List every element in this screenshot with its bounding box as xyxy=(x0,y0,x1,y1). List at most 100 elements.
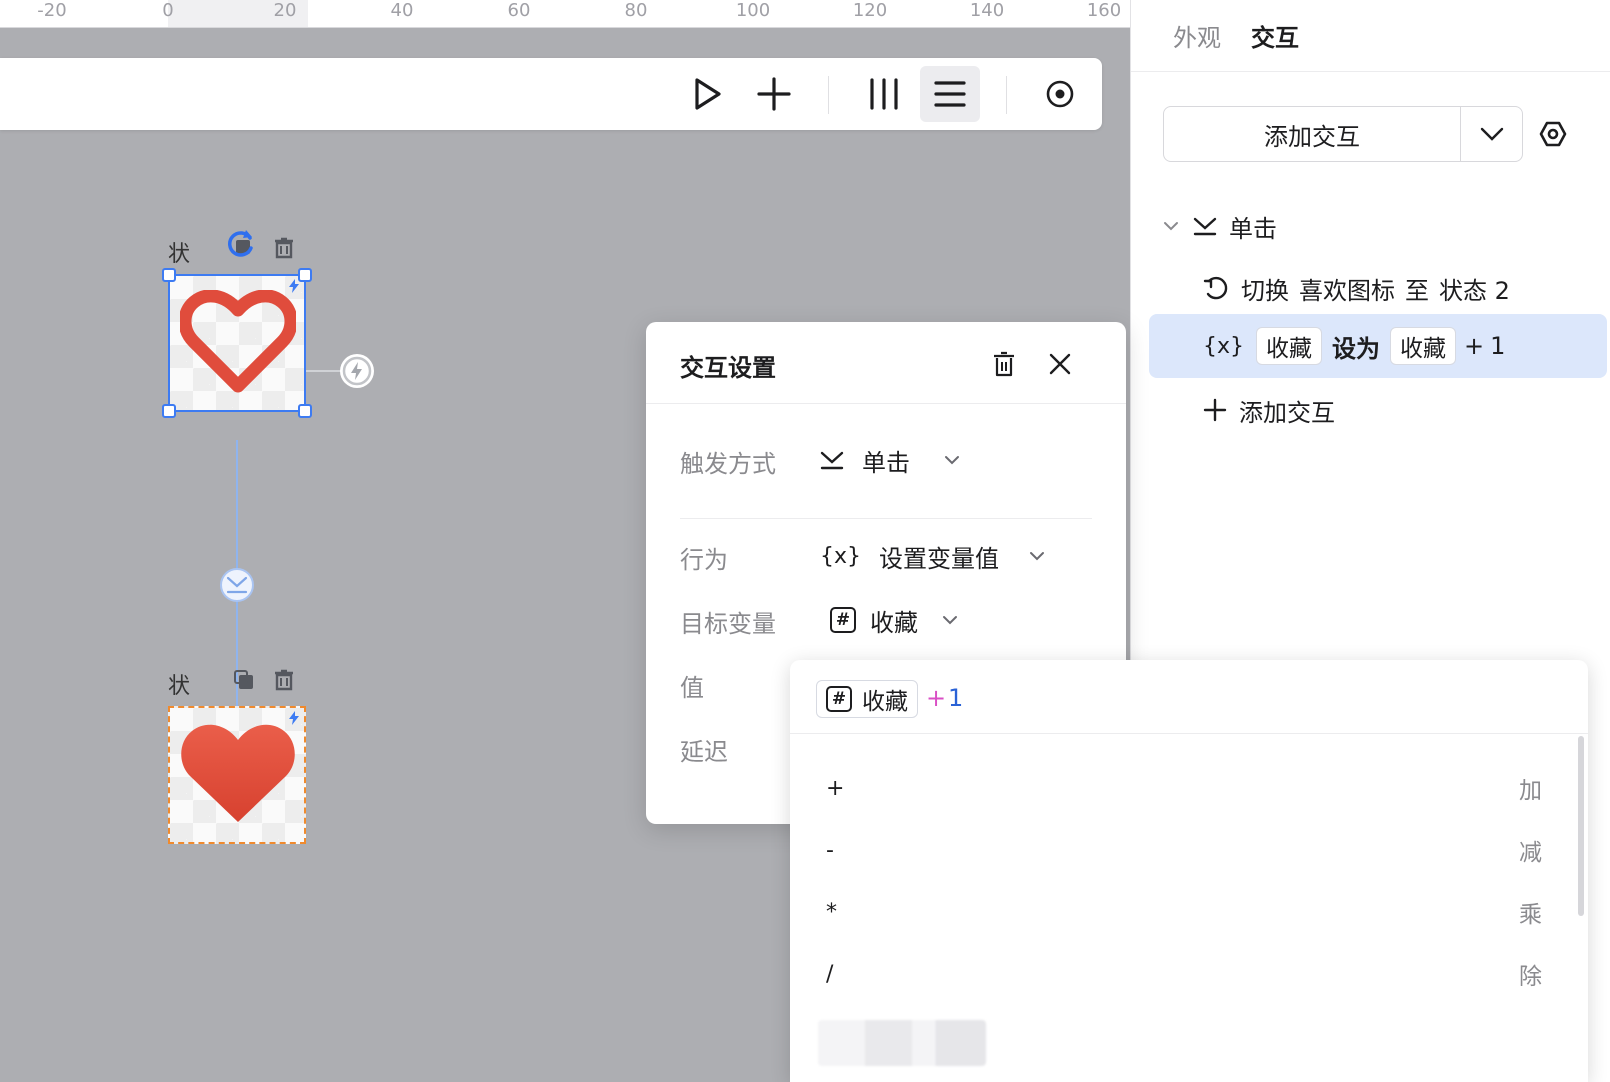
operator-option-add[interactable]: + 加 xyxy=(826,768,1542,808)
chevron-down-icon xyxy=(945,456,959,465)
add-interaction-dropdown[interactable] xyxy=(1461,107,1522,161)
refresh-state-button[interactable] xyxy=(224,226,258,260)
variable-icon: {x} xyxy=(820,543,862,569)
add-trigger-node[interactable] xyxy=(340,354,374,388)
chevron-down-icon xyxy=(1164,222,1178,231)
close-icon xyxy=(1049,353,1071,375)
panel-tabs: 外观 交互 xyxy=(1131,0,1610,72)
trash-icon xyxy=(994,351,1014,377)
canvas-toolbar xyxy=(0,58,1102,130)
action-select[interactable]: {x} 设置变量值 xyxy=(820,536,1045,576)
ruler-tick: 0 xyxy=(162,0,174,21)
operator-description: 除 xyxy=(1519,964,1542,990)
add-interaction-label: 添加交互 xyxy=(1239,398,1335,427)
ruler-tick: 120 xyxy=(852,0,888,21)
chevron-down-icon xyxy=(1480,127,1503,141)
lightning-icon xyxy=(342,356,372,386)
trash-icon xyxy=(275,237,293,259)
ruler-tick: 60 xyxy=(507,0,531,21)
toolbar-divider xyxy=(828,76,829,114)
target-variable-label: 目标变量 xyxy=(680,610,776,638)
ruler-tick: 20 xyxy=(273,0,297,21)
dialog-delete-button[interactable] xyxy=(990,350,1018,378)
delete-state-2-button[interactable] xyxy=(272,668,296,692)
add-interaction-split-button: 添加交互 xyxy=(1163,106,1523,162)
state-2-frame[interactable] xyxy=(168,706,306,844)
row-layout-button[interactable] xyxy=(920,66,980,122)
resize-handle-bottom-left[interactable] xyxy=(162,404,176,418)
play-icon xyxy=(695,78,721,110)
operator-symbol: * xyxy=(826,899,837,925)
duplicate-state-button[interactable] xyxy=(232,668,256,692)
trigger-select[interactable]: 单击 xyxy=(820,440,960,480)
operator-option-divide[interactable]: / 除 xyxy=(826,954,1542,994)
state-1-frame[interactable] xyxy=(162,268,312,418)
operator-description: 乘 xyxy=(1519,902,1542,928)
value-field-label: 值 xyxy=(680,674,704,702)
click-trigger-node[interactable] xyxy=(220,568,254,602)
delete-state-1-button[interactable] xyxy=(272,236,296,260)
target-variable-select[interactable]: # 收藏 xyxy=(830,600,958,640)
action-verb: 切换 xyxy=(1241,276,1289,305)
popover-scrollbar[interactable] xyxy=(1578,736,1584,916)
ruler-tick: 40 xyxy=(390,0,414,21)
duplicate-icon xyxy=(234,670,253,689)
action-state: 状态 2 xyxy=(1439,276,1510,305)
interaction-settings-button[interactable] xyxy=(1537,118,1569,150)
state-1-label: 状 xyxy=(168,242,191,267)
ruler-tick: 160 xyxy=(1086,0,1122,21)
action-row-toggle[interactable]: 切换 喜欢图标 至 状态 2 xyxy=(1131,268,1610,308)
add-button[interactable] xyxy=(744,66,804,122)
expression-variable-name: 收藏 xyxy=(862,689,908,715)
operator: + xyxy=(1464,332,1485,360)
target-variable-value: 收藏 xyxy=(870,608,918,637)
play-button[interactable] xyxy=(678,66,738,122)
resize-handle-bottom-right[interactable] xyxy=(298,404,312,418)
plus-icon xyxy=(757,77,791,111)
dialog-title: 交互设置 xyxy=(680,354,776,382)
variable-icon: {x} xyxy=(1203,333,1245,359)
ruler-tick: -20 xyxy=(37,0,67,21)
value-expression-popover: # 收藏 + 1 + 加 - 减 * 乘 / 除 xyxy=(790,660,1588,1082)
add-interaction-button[interactable]: 添加交互 xyxy=(1164,107,1461,161)
add-interaction-row[interactable]: 添加交互 xyxy=(1131,390,1610,430)
expression-editor[interactable]: # 收藏 + 1 xyxy=(790,660,1588,734)
expression-operator: + xyxy=(926,684,947,712)
ruler-tick: 100 xyxy=(735,0,771,21)
toolbar-divider xyxy=(1006,76,1007,114)
tab-interaction[interactable]: 交互 xyxy=(1251,18,1299,53)
heart-outline-icon xyxy=(180,290,296,393)
state-2-label: 状 xyxy=(168,674,191,699)
ruler-tick: 140 xyxy=(969,0,1005,21)
trigger-select-value: 单击 xyxy=(862,448,910,477)
trigger-label: 单击 xyxy=(1229,214,1277,243)
operator-symbol: / xyxy=(826,961,834,987)
operator-option-multiply[interactable]: * 乘 xyxy=(826,892,1542,932)
action-select-value: 设置变量值 xyxy=(879,544,1000,573)
trigger-field-label: 触发方式 xyxy=(680,450,776,478)
record-button[interactable] xyxy=(1030,66,1090,122)
operator-option-subtract[interactable]: - 减 xyxy=(826,830,1542,870)
resize-handle-top-right[interactable] xyxy=(298,268,312,282)
column-layout-button[interactable] xyxy=(854,66,914,122)
tab-appearance[interactable]: 外观 xyxy=(1173,18,1221,53)
plus-icon xyxy=(1203,398,1227,422)
click-trigger-icon xyxy=(820,451,844,470)
trigger-row[interactable]: 单击 xyxy=(1131,206,1610,246)
expression-variable-chip: # 收藏 xyxy=(816,680,918,718)
number-variable-icon: # xyxy=(826,686,852,712)
action-row-set-variable[interactable]: {x} 收藏 设为 收藏 + 1 xyxy=(1149,314,1607,378)
record-icon xyxy=(1046,80,1074,108)
operator-symbol: + xyxy=(826,775,845,801)
click-trigger-icon xyxy=(1193,217,1217,236)
expression-operand: 1 xyxy=(948,684,964,712)
variable-chip: 收藏 xyxy=(1256,327,1323,365)
resize-handle-top-left[interactable] xyxy=(162,268,176,282)
number-variable-icon: # xyxy=(830,607,856,633)
settings-icon xyxy=(1539,121,1567,147)
ruler-tick: 80 xyxy=(624,0,648,21)
chevron-down-icon xyxy=(943,616,957,625)
dialog-close-button[interactable] xyxy=(1046,350,1074,378)
operator-symbol: - xyxy=(826,837,834,863)
operand: 1 xyxy=(1490,332,1506,360)
